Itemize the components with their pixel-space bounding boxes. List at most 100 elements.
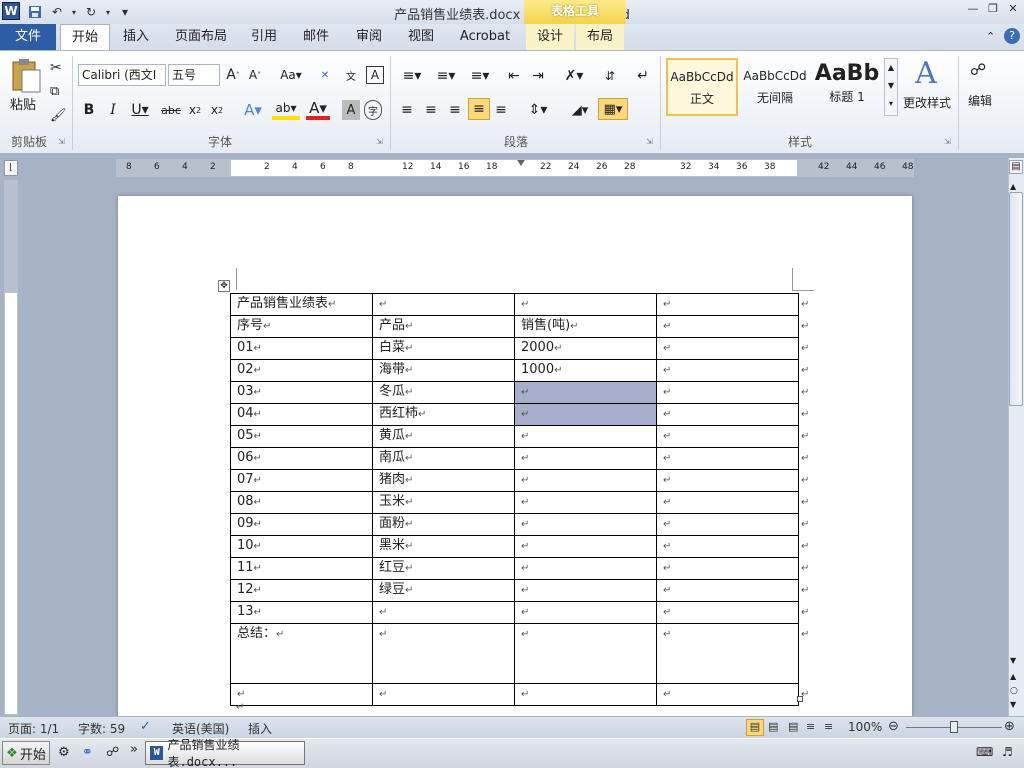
table-cell[interactable]: 黑米↵ — [372, 535, 515, 558]
outline-icon[interactable]: ≡ — [806, 720, 815, 733]
table-cell[interactable]: ↵ — [372, 623, 515, 684]
minimize-ribbon-icon[interactable]: ⌃ — [986, 30, 995, 43]
character-border-icon[interactable]: A — [366, 66, 384, 84]
table-cell[interactable]: 03↵ — [230, 381, 373, 404]
borders-icon[interactable]: ▦▾ — [598, 98, 628, 120]
taskbar-item-word[interactable]: W 产品销售业绩表.docx... — [145, 738, 305, 768]
align-left-icon[interactable]: ≡ — [398, 100, 416, 120]
enclose-characters-icon[interactable]: 字 — [364, 100, 382, 120]
table-cell[interactable]: 玉米↵ — [372, 491, 515, 514]
shrink-font-icon[interactable]: A ˅ — [246, 66, 264, 84]
quicklaunch-icon[interactable]: ⚙ — [58, 745, 70, 760]
page-count[interactable]: 页面: 1/1 — [8, 720, 59, 737]
table-cell[interactable]: ↵ — [656, 403, 799, 426]
table-cell[interactable]: 产品↵ — [372, 315, 515, 338]
table-cell[interactable]: ↵ — [656, 337, 799, 360]
character-shading-icon[interactable]: A — [342, 100, 360, 120]
table-cell[interactable]: ↵ — [656, 557, 799, 580]
tab-references[interactable]: 引用 — [244, 24, 284, 50]
table-row[interactable]: 06↵ 南瓜↵ ↵ ↵ ↵ — [230, 447, 812, 470]
underline-icon[interactable]: U▾ — [128, 100, 152, 120]
zoom-level[interactable]: 100% — [848, 720, 882, 734]
phonetic-guide-icon[interactable]: 文 — [342, 66, 360, 84]
table-cell[interactable]: ↵ — [656, 579, 799, 602]
table-cell[interactable]: ↵ — [372, 293, 515, 316]
multilevel-list-icon[interactable]: ≡▾ — [466, 66, 494, 86]
language-indicator[interactable]: 英语(美国) — [172, 720, 229, 737]
table-row[interactable]: 04↵ 西红柿↵ ↵ ↵ ↵ — [230, 403, 812, 426]
table-cell[interactable]: 猪肉↵ — [372, 469, 515, 492]
change-styles-icon[interactable]: A — [906, 56, 946, 96]
font-name-combo[interactable]: Calibri (西文I — [78, 64, 166, 86]
superscript-icon[interactable]: x2 — [208, 100, 226, 120]
font-color-icon[interactable]: A▾ — [306, 99, 330, 120]
table-cell[interactable]: ↵ — [514, 601, 657, 624]
styles-scroll[interactable]: ▲ ▼ ▾ — [884, 58, 898, 116]
table-cell[interactable]: 09↵ — [230, 513, 373, 536]
table-row[interactable]: 09↵ 面粉↵ ↵ ↵ ↵ — [230, 513, 812, 536]
table-cell[interactable]: ↵ — [514, 683, 657, 706]
vertical-ruler[interactable] — [4, 180, 18, 715]
help-icon[interactable]: ? — [1004, 28, 1020, 44]
zoom-in-icon[interactable]: ⊕ — [1004, 719, 1015, 734]
table-cell[interactable]: 面粉↵ — [372, 513, 515, 536]
table-cell[interactable]: 05↵ — [230, 425, 373, 448]
tab-selector-icon[interactable]: ⌊ — [4, 160, 18, 176]
tab-acrobat[interactable]: Acrobat — [452, 24, 518, 50]
tab-page-layout[interactable]: 页面布局 — [168, 24, 234, 50]
table-cell[interactable]: ↵ — [656, 359, 799, 382]
justify-icon[interactable]: ≡ — [468, 98, 490, 120]
table-row[interactable]: 10↵ 黑米↵ ↵ ↵ ↵ — [230, 535, 812, 558]
tab-file[interactable]: 文件 — [0, 24, 56, 50]
style-normal[interactable]: AaBbCcDd 正文 — [666, 58, 738, 116]
table-cell[interactable]: ↵ — [656, 513, 799, 536]
tab-view[interactable]: 视图 — [400, 24, 442, 50]
ie-icon[interactable]: ⚭ — [82, 745, 93, 760]
subscript-icon[interactable]: x2 — [186, 100, 204, 120]
table-cell[interactable]: 白菜↵ — [372, 337, 515, 360]
cut-icon[interactable]: ✂ — [50, 60, 62, 76]
table-cell[interactable]: 1000↵ — [514, 359, 657, 382]
web-layout-icon[interactable]: ▤ — [788, 720, 798, 733]
table-cell[interactable]: ↵ — [514, 623, 657, 684]
table-cell[interactable]: 西红柿↵ — [372, 403, 515, 426]
table-cell[interactable]: 11↵ — [230, 557, 373, 580]
table-cell[interactable]: ↵ — [514, 491, 657, 514]
indent-marker-icon[interactable] — [517, 160, 525, 176]
style-no-spacing[interactable]: AaBbCcDd 无间隔 — [740, 58, 810, 116]
table-row[interactable]: 01↵ 白菜↵ 2000↵ ↵ ↵ — [230, 337, 812, 360]
format-painter-icon[interactable]: 🖌 — [50, 108, 67, 123]
browse-object-icon[interactable]: ○ — [1010, 686, 1018, 696]
table-row[interactable]: 02↵ 海带↵ 1000↵ ↵ ↵ — [230, 359, 812, 382]
table-cell[interactable]: ↵ — [514, 557, 657, 580]
line-spacing-icon[interactable]: ⇕▾ — [524, 100, 552, 120]
table-cell[interactable]: ↵ — [656, 469, 799, 492]
start-button[interactable]: ❖ 开始 — [2, 741, 50, 765]
next-page-icon[interactable]: ▼ — [1010, 700, 1016, 709]
strikethrough-icon[interactable]: abc — [160, 100, 182, 120]
table-cell[interactable]: 12↵ — [230, 579, 373, 602]
copy-icon[interactable]: ⧉ — [50, 84, 59, 99]
table-cell[interactable]: ↵ — [656, 683, 799, 706]
change-case-icon[interactable]: Aa▾ — [278, 66, 304, 84]
view-ruler-icon[interactable]: ▤ — [1009, 160, 1023, 174]
sales-table[interactable]: 产品销售业绩表↵ ↵ ↵ ↵ ↵ 序号↵ 产品↵ 销售(吨)↵ ↵ ↵ 01↵ 白菜↵ 2000↵ ↵ ↵ 0… — [230, 293, 812, 706]
paste-button[interactable]: 粘贴 — [10, 94, 36, 113]
decrease-indent-icon[interactable]: ⇤ — [504, 66, 524, 86]
more-quicklaunch-icon[interactable]: » — [130, 742, 138, 757]
paragraph-launcher-icon[interactable]: ⇲ — [646, 137, 653, 146]
chinese-layout-icon[interactable]: ✗▾ — [560, 66, 588, 86]
table-cell[interactable]: ↵ — [656, 381, 799, 404]
tab-design[interactable]: 设计 — [526, 24, 574, 50]
table-row[interactable]: 11↵ 红豆↵ ↵ ↵ ↵ — [230, 557, 812, 580]
distributed-icon[interactable]: ≡ — [492, 100, 510, 120]
table-cell[interactable]: 07↵ — [230, 469, 373, 492]
scroll-up-icon[interactable]: ▲ — [1010, 182, 1016, 191]
scrollbar-thumb[interactable] — [1009, 192, 1023, 406]
sort-icon[interactable]: ⇵ — [600, 66, 620, 86]
table-row[interactable]: 产品销售业绩表↵ ↵ ↵ ↵ ↵ — [230, 293, 812, 316]
table-cell[interactable]: 产品销售业绩表↵ — [230, 293, 373, 316]
table-cell[interactable]: ↵ — [656, 315, 799, 338]
volume-icon[interactable]: ♬ — [1002, 745, 1013, 759]
table-cell[interactable]: 红豆↵ — [372, 557, 515, 580]
